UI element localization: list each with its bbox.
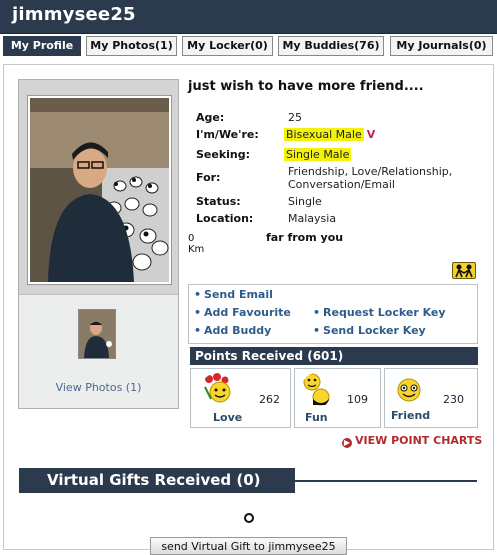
love-points-cell[interactable]: Love 262 bbox=[190, 368, 291, 428]
age-label: Age: bbox=[196, 111, 225, 124]
for-label: For: bbox=[196, 171, 221, 184]
send-virtual-gift-button[interactable]: send Virtual Gift to jimmysee25 bbox=[150, 537, 347, 555]
send-locker-key-link[interactable]: • Send Locker Key bbox=[313, 324, 426, 337]
love-label: Love bbox=[213, 411, 243, 424]
friend-value: 230 bbox=[443, 393, 464, 406]
location-label: Location: bbox=[196, 212, 254, 225]
distance-blank bbox=[215, 231, 265, 245]
friend-points-cell[interactable]: Friend 230 bbox=[384, 368, 478, 428]
fun-points-cell[interactable]: Fun 109 bbox=[294, 368, 381, 428]
tab-my-locker[interactable]: My Locker(0) bbox=[182, 36, 273, 56]
photo-column: View Photos (1) bbox=[18, 79, 179, 409]
request-locker-key-link[interactable]: • Request Locker Key bbox=[313, 306, 446, 319]
add-buddy-link[interactable]: • Add Buddy bbox=[194, 324, 271, 337]
points-received-header: Points Received (601) bbox=[190, 347, 478, 365]
view-point-charts-link[interactable]: ▶ VIEW POINT CHARTS bbox=[342, 434, 482, 448]
distance-value: 0 Km bbox=[188, 233, 205, 255]
profile-tabs: My Profile My Photos(1) My Locker(0) My … bbox=[0, 36, 497, 57]
for-value-line2: Conversation/Email bbox=[288, 178, 395, 191]
photo-thumbnail[interactable] bbox=[78, 309, 116, 359]
virtual-gifts-header: Virtual Gifts Received (0) bbox=[19, 468, 295, 493]
for-value-line1: Friendship, Love/Relationship, bbox=[288, 165, 453, 178]
iam-value: Bisexual Male bbox=[284, 128, 364, 141]
profile-header: jimmysee25 bbox=[0, 0, 497, 34]
love-smiley-icon bbox=[204, 373, 231, 403]
friend-label: Friend bbox=[391, 409, 431, 422]
distance-text: far from you bbox=[266, 231, 344, 244]
tab-my-photos[interactable]: My Photos(1) bbox=[86, 36, 177, 56]
fun-label: Fun bbox=[305, 411, 328, 424]
location-value: Malaysia bbox=[288, 212, 337, 225]
loading-spinner-icon bbox=[244, 513, 254, 523]
tab-my-profile[interactable]: My Profile bbox=[3, 36, 81, 56]
fun-value: 109 bbox=[347, 393, 368, 406]
iam-label: I'm/We're: bbox=[196, 128, 259, 141]
heart-v-icon: V bbox=[366, 128, 376, 141]
profile-photo-image bbox=[30, 98, 169, 282]
gifts-divider bbox=[295, 480, 477, 482]
seeking-label: Seeking: bbox=[196, 148, 251, 161]
profile-actions: • Send Email • Add Favourite • Request Lock… bbox=[188, 284, 478, 344]
seeking-value: Single Male bbox=[284, 148, 352, 161]
main-profile-photo[interactable] bbox=[27, 95, 172, 285]
friends-icon[interactable] bbox=[452, 262, 476, 279]
thumbnail-area: View Photos (1) bbox=[19, 294, 178, 408]
view-photos-link[interactable]: View Photos (1) bbox=[19, 381, 178, 394]
points-panel: Love 262 Fun 109 Friend 230 bbox=[188, 368, 478, 428]
add-favourite-link[interactable]: • Add Favourite bbox=[194, 306, 291, 319]
username-title: jimmysee25 bbox=[12, 4, 136, 25]
profile-headline: just wish to have more friend.... bbox=[188, 79, 424, 94]
play-arrow-icon: ▶ bbox=[342, 438, 352, 448]
age-value: 25 bbox=[288, 111, 302, 124]
fun-smiley-icon bbox=[303, 373, 330, 406]
love-value: 262 bbox=[259, 393, 280, 406]
friend-smiley-icon bbox=[397, 378, 421, 402]
send-email-link[interactable]: • Send Email bbox=[194, 288, 273, 301]
tab-my-journals[interactable]: My Journals(0) bbox=[390, 36, 493, 56]
status-label: Status: bbox=[196, 195, 241, 208]
status-value: Single bbox=[288, 195, 322, 208]
tab-my-buddies[interactable]: My Buddies(76) bbox=[278, 36, 384, 56]
